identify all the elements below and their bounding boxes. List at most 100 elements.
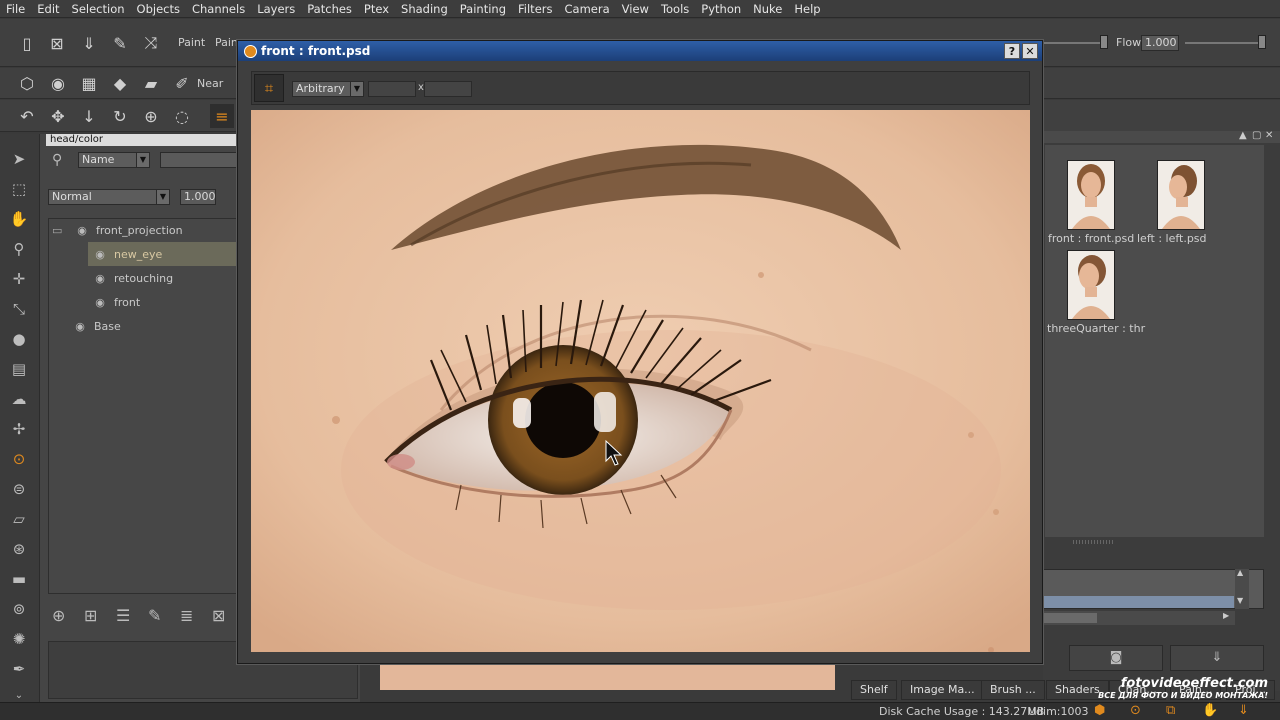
status-download-icon[interactable]: ⇓ xyxy=(1238,703,1249,718)
thumbnail-threequarter[interactable] xyxy=(1067,250,1115,320)
menu-help[interactable]: Help xyxy=(788,2,826,16)
layer-row[interactable]: ◉ Base xyxy=(48,314,238,338)
crop-width-input[interactable] xyxy=(368,81,416,97)
panel-maximize-icon[interactable]: ▢ xyxy=(1252,130,1261,141)
mesh-icon[interactable]: ▤ xyxy=(8,358,30,380)
filter-input[interactable] xyxy=(160,152,238,168)
visibility-eye-icon[interactable]: ◉ xyxy=(92,296,108,309)
transform-icon[interactable]: ⤨ xyxy=(139,31,163,55)
visibility-eye-icon[interactable]: ◉ xyxy=(92,248,108,261)
dialog-titlebar[interactable]: front : front.psd xyxy=(238,41,1042,61)
panel-close-icon[interactable]: ✕ xyxy=(1265,130,1273,141)
scale-icon[interactable]: ⤡ xyxy=(8,298,30,320)
delete-layer-icon[interactable]: ⊠ xyxy=(212,606,225,625)
filter-dropdown[interactable]: Name ▼ xyxy=(78,152,150,168)
new-file-icon[interactable]: ▯ xyxy=(15,31,39,55)
grid-icon[interactable]: ▦ xyxy=(77,71,101,95)
rotate-icon[interactable]: ↻ xyxy=(108,104,132,128)
eyedropper-icon[interactable]: ✒ xyxy=(8,658,30,680)
help-button[interactable]: ? xyxy=(1004,43,1020,59)
move-icon[interactable]: ✥ xyxy=(46,104,70,128)
add-paint-layer-icon[interactable]: ⊕ xyxy=(52,606,65,625)
image-canvas[interactable] xyxy=(251,110,1030,652)
eraser-icon[interactable]: ▱ xyxy=(8,508,30,530)
layer-stack-icon[interactable]: ☰ xyxy=(116,606,130,625)
menu-filters[interactable]: Filters xyxy=(512,2,558,16)
eye-view-icon[interactable]: ◉ xyxy=(46,71,70,95)
layer-row[interactable]: ◉ retouching xyxy=(88,266,238,290)
status-hexagon-icon[interactable]: ⬢ xyxy=(1094,703,1105,718)
horizontal-scrollbar[interactable]: ▶ xyxy=(1043,611,1235,625)
menu-channels[interactable]: Channels xyxy=(186,2,251,16)
crop-height-input[interactable] xyxy=(424,81,472,97)
plane-icon[interactable]: ▰ xyxy=(139,71,163,95)
lasso-icon[interactable]: ◌ xyxy=(170,104,194,128)
select-arrow-icon[interactable]: ➤ xyxy=(8,148,30,170)
image-view-dialog[interactable]: front : front.psd ? ✕ ⌗ Arbitrary ▼ x xyxy=(237,40,1043,664)
menu-camera[interactable]: Camera xyxy=(559,2,616,16)
opacity-field[interactable]: 1.000 xyxy=(180,189,216,205)
stamp-icon[interactable]: ⊚ xyxy=(8,598,30,620)
menu-python[interactable]: Python xyxy=(695,2,747,16)
action-button-save[interactable]: ⇓ xyxy=(1170,645,1264,671)
hand-icon[interactable]: ✋ xyxy=(8,208,30,230)
status-layers-icon[interactable]: ⧉ xyxy=(1166,703,1175,718)
download-icon[interactable]: ⇓ xyxy=(77,31,101,55)
menu-selection[interactable]: Selection xyxy=(66,2,131,16)
menu-layers[interactable]: Layers xyxy=(251,2,301,16)
merge-layer-icon[interactable]: ≣ xyxy=(180,606,193,625)
crop-icon[interactable]: ⌗ xyxy=(254,74,284,102)
menu-file[interactable]: File xyxy=(0,2,31,16)
crop-mode-dropdown[interactable]: Arbitrary ▼ xyxy=(292,81,364,97)
adjust-layer-icon[interactable]: ✎ xyxy=(148,606,161,625)
menu-patches[interactable]: Patches xyxy=(301,2,358,16)
clone-icon[interactable]: ⊙ xyxy=(8,448,30,470)
pin-icon[interactable]: ✢ xyxy=(8,418,30,440)
blur-icon[interactable]: ⊜ xyxy=(8,478,30,500)
shape-icon[interactable]: ◆ xyxy=(108,71,132,95)
size-slider-handle[interactable] xyxy=(1100,35,1108,49)
status-hand-icon[interactable]: ✋ xyxy=(1202,703,1218,718)
sparkle-icon[interactable]: ✺ xyxy=(8,628,30,650)
close-file-icon[interactable]: ⊠ xyxy=(45,31,69,55)
flow-field[interactable]: 1.000 xyxy=(1141,35,1179,51)
smudge-icon[interactable]: ☁ xyxy=(8,388,30,410)
panel-splitter[interactable] xyxy=(1073,540,1113,544)
status-target-icon[interactable]: ⊙ xyxy=(1130,703,1141,718)
layers-tab[interactable]: head/color xyxy=(46,134,236,146)
layer-row[interactable]: ▭ ◉ front_projection xyxy=(48,218,238,242)
thumbnail-front[interactable] xyxy=(1067,160,1115,230)
zoom-icon[interactable]: ⚲ xyxy=(8,238,30,260)
add-layer-icon[interactable]: ⊞ xyxy=(84,606,97,625)
cube-icon[interactable]: ⬡ xyxy=(15,71,39,95)
orbit-icon[interactable]: ⊕ xyxy=(139,104,163,128)
flow-slider-track[interactable] xyxy=(1185,42,1265,44)
arrow-down-icon[interactable]: ↓ xyxy=(77,104,101,128)
drop-icon[interactable]: ● xyxy=(8,328,30,350)
menu-shading[interactable]: Shading xyxy=(395,2,454,16)
list-selected-row[interactable] xyxy=(1044,596,1234,608)
menu-edit[interactable]: Edit xyxy=(31,2,65,16)
paint-active-icon[interactable]: ≡ xyxy=(210,104,234,128)
flow-slider-handle[interactable] xyxy=(1258,35,1266,49)
bottom-tab-2[interactable]: Brush ... xyxy=(981,680,1045,700)
folder-icon[interactable]: ▭ xyxy=(52,224,70,237)
close-button[interactable]: ✕ xyxy=(1022,43,1038,59)
menu-nuke[interactable]: Nuke xyxy=(747,2,788,16)
size-slider-track[interactable] xyxy=(1043,42,1105,44)
list-scrollbar[interactable]: ▲ ▼ xyxy=(1235,568,1249,609)
paint-tool-icon[interactable]: ✎ xyxy=(108,31,132,55)
menu-objects[interactable]: Objects xyxy=(131,2,186,16)
visibility-eye-icon[interactable]: ◉ xyxy=(72,320,88,333)
brush-settings-icon[interactable]: ✐ xyxy=(170,71,194,95)
action-button-camera[interactable]: ◙ xyxy=(1069,645,1163,671)
visibility-eye-icon[interactable]: ◉ xyxy=(74,224,90,237)
bottom-tab-0[interactable]: Shelf xyxy=(851,680,897,700)
menu-view[interactable]: View xyxy=(616,2,655,16)
bottom-tab-1[interactable]: Image Ma... xyxy=(901,680,984,700)
layer-row[interactable]: ◉ new_eye xyxy=(88,242,238,266)
marquee-select-icon[interactable]: ⬚ xyxy=(8,178,30,200)
menu-tools[interactable]: Tools xyxy=(655,2,695,16)
dodge-icon[interactable]: ⊛ xyxy=(8,538,30,560)
move-tool-icon[interactable]: ✛ xyxy=(8,268,30,290)
